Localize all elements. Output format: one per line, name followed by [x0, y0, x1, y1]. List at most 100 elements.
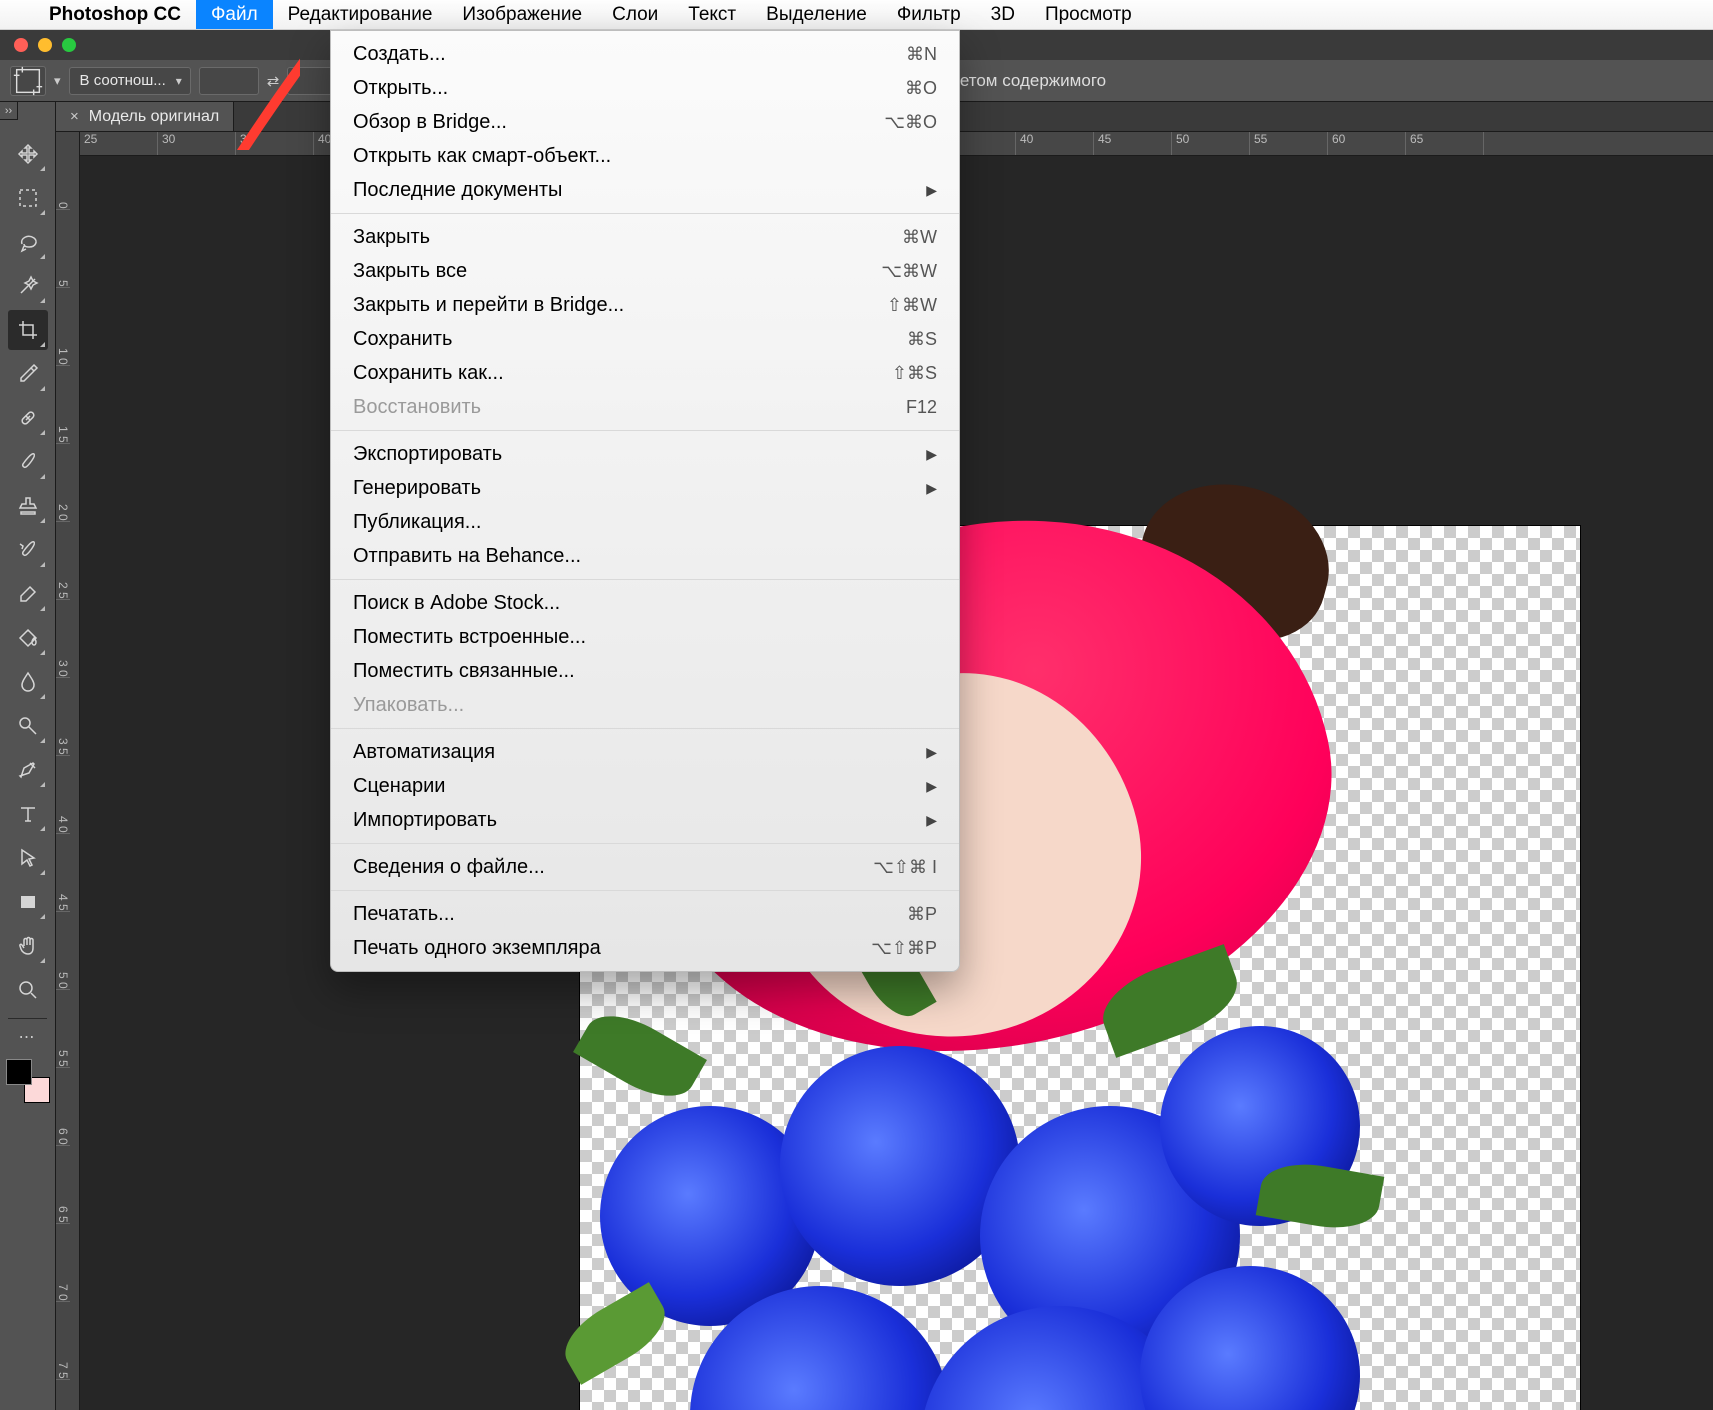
color-swatches[interactable]	[6, 1059, 50, 1103]
eraser-tool[interactable]	[8, 574, 48, 614]
menubar-item-type[interactable]: Текст	[673, 0, 751, 29]
submenu-arrow-icon: ▶	[926, 812, 937, 829]
menu-item[interactable]: Экспортировать▶	[331, 437, 959, 471]
paint-bucket-tool[interactable]	[8, 618, 48, 658]
blur-tool[interactable]	[8, 662, 48, 702]
menu-item-shortcut: ⌘W	[902, 227, 937, 248]
menu-item[interactable]: Поместить встроенные...	[331, 620, 959, 654]
menubar-item-layers[interactable]: Слои	[597, 0, 673, 29]
menu-item[interactable]: Генерировать▶	[331, 471, 959, 505]
rectangle-tool[interactable]	[8, 882, 48, 922]
move-tool[interactable]	[8, 134, 48, 174]
menu-item[interactable]: Обзор в Bridge...⌥⌘O	[331, 105, 959, 139]
menu-separator	[331, 728, 959, 729]
menu-item[interactable]: Сохранить как...⇧⌘S	[331, 356, 959, 390]
swap-icon[interactable]: ⇄	[267, 72, 280, 90]
dodge-tool[interactable]	[8, 706, 48, 746]
magic-wand-tool[interactable]	[8, 266, 48, 306]
menu-item[interactable]: Печать одного экземпляра⌥⇧⌘P	[331, 931, 959, 965]
tab-close-button[interactable]: ×	[70, 108, 79, 125]
crop-ratio-dropdown[interactable]: В соотнош...	[69, 67, 191, 95]
menu-item-label: Импортировать	[353, 809, 916, 832]
type-tool[interactable]	[8, 794, 48, 834]
active-tool-icon[interactable]	[10, 66, 46, 96]
menu-item[interactable]: Открыть как смарт-объект...	[331, 139, 959, 173]
edit-toolbar-button[interactable]: ⋯	[8, 1027, 48, 1047]
foreground-color-swatch[interactable]	[6, 1059, 32, 1085]
brush-tool[interactable]	[8, 442, 48, 482]
menu-separator	[331, 430, 959, 431]
traffic-lights	[14, 38, 76, 52]
menu-item[interactable]: Создать...⌘N	[331, 37, 959, 71]
menu-item[interactable]: Закрыть все⌥⌘W	[331, 254, 959, 288]
menu-item-label: Упаковать...	[353, 694, 937, 717]
menu-item[interactable]: Поиск в Adobe Stock...	[331, 586, 959, 620]
menu-item-label: Создать...	[353, 43, 906, 66]
healing-tool[interactable]	[8, 398, 48, 438]
menubar-item-file[interactable]: Файл	[196, 0, 273, 29]
menu-item-label: Сценарии	[353, 775, 916, 798]
crop-tool[interactable]	[8, 310, 48, 350]
eyedropper-tool[interactable]	[8, 354, 48, 394]
menu-item-label: Печатать...	[353, 903, 907, 926]
menu-item[interactable]: Импортировать ▶	[331, 803, 959, 837]
menu-item[interactable]: Сценарии▶	[331, 769, 959, 803]
menubar-item-edit[interactable]: Редактирование	[273, 0, 448, 29]
marquee-tool[interactable]	[8, 178, 48, 218]
vertical-ruler[interactable]: 051 01 52 02 53 03 54 04 55 05 56 06 57 …	[56, 132, 80, 1410]
menu-item-shortcut: ⌥⇧⌘P	[871, 938, 937, 959]
submenu-arrow-icon: ▶	[926, 744, 937, 761]
menu-item-shortcut: ⇧⌘S	[892, 363, 937, 384]
menu-item-label: Восстановить	[353, 396, 906, 419]
history-brush-tool[interactable]	[8, 530, 48, 570]
menu-item[interactable]: Закрыть и перейти в Bridge...⇧⌘W	[331, 288, 959, 322]
document-tab-title: Модель оригинал	[89, 108, 219, 126]
document-tab[interactable]: × Модель оригинал	[56, 102, 234, 131]
menu-item-shortcut: F12	[906, 397, 937, 418]
menu-item-shortcut: ⌥⌘O	[884, 112, 937, 133]
window-maximize-button[interactable]	[62, 38, 76, 52]
crop-width-field[interactable]	[199, 67, 259, 95]
menu-item-shortcut: ⌘S	[907, 329, 937, 350]
menu-item[interactable]: Закрыть⌘W	[331, 220, 959, 254]
menu-item[interactable]: Печатать...⌘P	[331, 897, 959, 931]
menu-item[interactable]: Автоматизация ▶	[331, 735, 959, 769]
menu-item-shortcut: ⌥⌘W	[881, 261, 937, 282]
menu-item-label: Поиск в Adobe Stock...	[353, 592, 937, 615]
menubar-app-name[interactable]: Photoshop CC	[34, 0, 196, 29]
hand-tool[interactable]	[8, 926, 48, 966]
menu-item-label: Сохранить как...	[353, 362, 892, 385]
menu-item[interactable]: Сведения о файле...⌥⇧⌘ I	[331, 850, 959, 884]
pen-tool[interactable]	[8, 750, 48, 790]
menubar-item-image[interactable]: Изображение	[447, 0, 597, 29]
submenu-arrow-icon: ▶	[926, 480, 937, 497]
menu-item-label: Автоматизация	[353, 741, 916, 764]
menu-item-label: Сохранить	[353, 328, 907, 351]
lasso-tool[interactable]	[8, 222, 48, 262]
menu-item[interactable]: Открыть...⌘O	[331, 71, 959, 105]
menu-item[interactable]: Отправить на Behance...	[331, 539, 959, 573]
menu-item-shortcut: ⌥⇧⌘ I	[873, 857, 937, 878]
menu-item[interactable]: Публикация...	[331, 505, 959, 539]
menubar-item-view[interactable]: Просмотр	[1030, 0, 1147, 29]
zoom-tool[interactable]	[8, 970, 48, 1010]
menu-item-label: Печать одного экземпляра	[353, 937, 871, 960]
expand-panels-handle[interactable]: ››	[0, 102, 18, 120]
mac-menubar: Photoshop CC Файл Редактирование Изображ…	[0, 0, 1713, 30]
path-select-tool[interactable]	[8, 838, 48, 878]
menu-item-label: Поместить встроенные...	[353, 626, 937, 649]
menu-item-shortcut: ⇧⌘W	[887, 295, 937, 316]
menubar-item-select[interactable]: Выделение	[751, 0, 882, 29]
menu-item-label: Закрыть	[353, 226, 902, 249]
menu-item-label: Публикация...	[353, 511, 937, 534]
submenu-arrow-icon: ▶	[926, 182, 937, 199]
menubar-item-filter[interactable]: Фильтр	[882, 0, 976, 29]
file-menu-dropdown: Создать...⌘NОткрыть...⌘OОбзор в Bridge..…	[330, 30, 960, 972]
menu-item[interactable]: Поместить связанные...	[331, 654, 959, 688]
window-close-button[interactable]	[14, 38, 28, 52]
stamp-tool[interactable]	[8, 486, 48, 526]
menu-item[interactable]: Сохранить⌘S	[331, 322, 959, 356]
window-minimize-button[interactable]	[38, 38, 52, 52]
menubar-item-3d[interactable]: 3D	[976, 0, 1030, 29]
menu-item[interactable]: Последние документы▶	[331, 173, 959, 207]
